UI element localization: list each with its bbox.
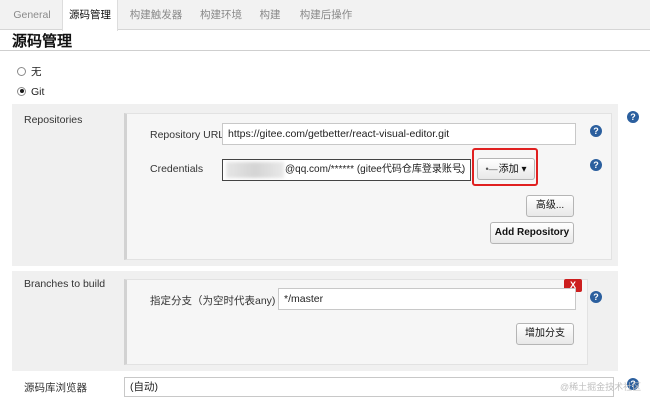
- credentials-value: @qq.com/****** (gitee代码仓库登录账号): [285, 164, 466, 175]
- branches-label: Branches to build: [24, 278, 106, 290]
- redacted-area: [226, 162, 284, 178]
- credentials-label: Credentials: [150, 163, 204, 175]
- tab-build-triggers[interactable]: 构建触发器: [122, 0, 190, 30]
- repository-url-input[interactable]: https://gitee.com/getbetter/react-visual…: [222, 123, 576, 145]
- scm-option-none-label: 无: [31, 66, 42, 78]
- help-icon[interactable]: ?: [627, 111, 639, 123]
- radio-icon[interactable]: [17, 66, 26, 76]
- tab-build[interactable]: 构建: [252, 0, 288, 30]
- advanced-button[interactable]: 高级...: [526, 195, 574, 217]
- credentials-select[interactable]: @qq.com/****** (gitee代码仓库登录账号) ⌄: [222, 159, 471, 181]
- scm-option-none[interactable]: 无: [17, 65, 42, 79]
- repositories-label: Repositories: [24, 114, 83, 126]
- branch-specifier-label: 指定分支（为空时代表any): [150, 295, 276, 307]
- branch-specifier-input[interactable]: */master: [278, 288, 576, 310]
- tab-source-code-management[interactable]: 源码管理: [62, 0, 118, 31]
- scm-option-git-label: Git: [31, 86, 45, 98]
- scm-option-git[interactable]: Git: [17, 85, 44, 99]
- tab-build-environment[interactable]: 构建环境: [192, 0, 250, 30]
- chevron-down-icon: ⌄: [457, 165, 465, 175]
- title-divider: [0, 50, 650, 51]
- add-credentials-label: 添加: [498, 164, 519, 175]
- add-credentials-button[interactable]: •—添加 ▾: [477, 158, 535, 180]
- add-branch-button[interactable]: 增加分支: [516, 323, 574, 345]
- radio-selected-icon[interactable]: [17, 86, 26, 96]
- help-icon[interactable]: ?: [590, 291, 602, 303]
- repository-browser-label: 源码库浏览器: [24, 382, 87, 394]
- key-icon: •—: [485, 164, 498, 174]
- repository-browser-select[interactable]: (自动): [124, 377, 614, 397]
- repository-url-label: Repository URL: [150, 129, 225, 141]
- help-icon[interactable]: ?: [590, 159, 602, 171]
- add-repository-button[interactable]: Add Repository: [490, 222, 574, 244]
- page-title: 源码管理: [12, 33, 73, 50]
- watermark: @稀土掘金技术社区: [560, 382, 642, 392]
- tab-bar: General 源码管理 构建触发器 构建环境 构建 构建后操作: [0, 0, 650, 31]
- help-icon[interactable]: ?: [590, 125, 602, 137]
- tab-general[interactable]: General: [4, 0, 60, 30]
- tab-post-build-actions[interactable]: 构建后操作: [292, 0, 360, 30]
